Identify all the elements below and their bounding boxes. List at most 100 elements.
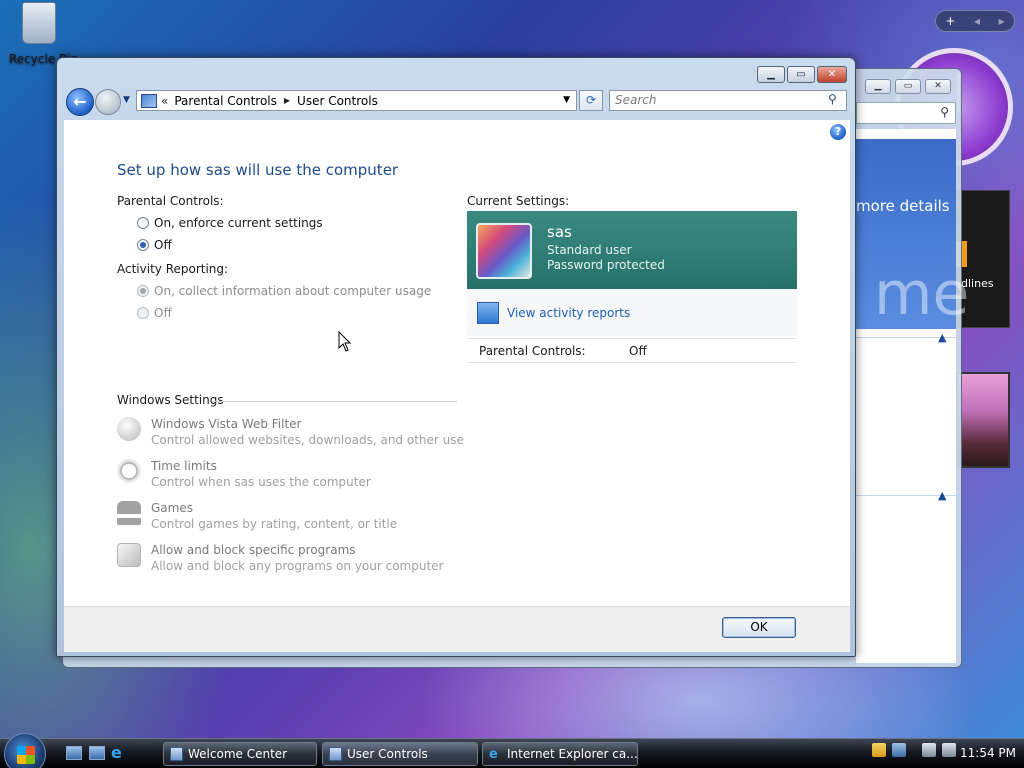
security-shield-icon[interactable]	[872, 743, 886, 757]
internet-explorer-icon[interactable]: e	[111, 743, 127, 762]
stopwatch-icon	[117, 459, 141, 483]
breadcrumb-user-controls[interactable]: User Controls	[297, 94, 378, 108]
breadcrumb-overflow[interactable]: «	[161, 94, 168, 108]
search-icon[interactable]: ⚲	[828, 92, 837, 106]
background-search-input[interactable]: ⚲	[856, 102, 956, 124]
windows-settings-heading: Windows Settings	[117, 393, 224, 407]
sidebar-controls[interactable]: + ◂ ▸	[935, 10, 1015, 32]
search-icon: ⚲	[940, 105, 949, 119]
recent-pages-dropdown[interactable]: ▼	[123, 95, 130, 105]
radio-button	[137, 307, 149, 319]
divider	[212, 401, 457, 402]
activity-reporting-on-radio: On, collect information about computer u…	[137, 284, 431, 298]
parental-controls-off-radio[interactable]: Off	[137, 238, 172, 252]
current-settings-label: Current Settings:	[467, 194, 570, 208]
radio-label: Off	[154, 238, 172, 252]
breadcrumb-separator-icon[interactable]: ▶	[284, 96, 290, 105]
web-filter-item: Windows Vista Web Filter Control allowed…	[117, 417, 464, 447]
chevron-left-icon[interactable]: ◂	[974, 14, 980, 28]
maximize-button[interactable]: ▭	[787, 66, 815, 83]
close-button[interactable]: ✕	[925, 79, 951, 94]
item-title: Time limits	[151, 459, 217, 473]
mouse-cursor-icon	[338, 331, 352, 352]
banner-text: more details	[856, 197, 950, 215]
control-panel-icon	[141, 93, 157, 108]
forward-button[interactable]	[95, 89, 121, 115]
page-title: Set up how sas will use the computer	[117, 161, 399, 179]
desktop-icon-recycle-bin[interactable]: Recycle Bin	[4, 2, 78, 66]
refresh-button[interactable]: ⟳	[579, 90, 603, 111]
add-gadget-icon[interactable]: +	[945, 14, 955, 28]
switch-windows-icon[interactable]	[89, 746, 105, 760]
taskbar-item-user-controls[interactable]: User Controls	[322, 742, 478, 766]
taskbar-clock[interactable]: 11:54 PM	[960, 746, 1016, 760]
main-content: ? Set up how sas will use the computer P…	[64, 120, 850, 606]
background-window-controls: ▁ ▭ ✕	[865, 79, 951, 94]
radio-label: Off	[154, 306, 172, 320]
radio-label: On, collect information about computer u…	[154, 284, 432, 298]
task-label: Internet Explorer ca...	[507, 747, 638, 761]
item-title: Windows Vista Web Filter	[151, 417, 302, 431]
address-bar[interactable]: « Parental Controls ▶ User Controls ▼	[136, 90, 577, 111]
ok-button[interactable]: OK	[722, 617, 796, 638]
parental-controls-status-row: Parental Controls: Off	[467, 338, 797, 363]
search-input[interactable]: Search	[609, 90, 847, 111]
radio-button[interactable]	[137, 217, 149, 229]
internet-explorer-icon: e	[489, 747, 498, 762]
start-button[interactable]	[4, 733, 46, 768]
network-icon[interactable]	[922, 743, 936, 757]
slideshow-gadget[interactable]	[956, 372, 1010, 468]
close-button[interactable]: ✕	[817, 66, 847, 83]
background-window-content: more details me ▲ ▲	[856, 129, 969, 663]
taskbar-item-internet-explorer[interactable]: e Internet Explorer ca...	[482, 742, 638, 766]
welcome-banner: more details me	[856, 139, 969, 329]
taskbar-item-welcome-center[interactable]: Welcome Center	[163, 742, 317, 766]
minimize-button[interactable]: ▁	[757, 66, 785, 83]
item-description: Control allowed websites, downloads, and…	[151, 433, 464, 447]
status-value: Off	[629, 344, 647, 358]
program-icon	[117, 543, 141, 567]
user-controls-window[interactable]: ▁ ▭ ✕ ← ▼ « Parental Controls ▶ User Con…	[56, 57, 856, 657]
windows-logo-icon	[17, 746, 35, 764]
games-item: Games Control games by rating, content, …	[117, 501, 397, 531]
collapse-icon[interactable]: ▲	[938, 489, 946, 502]
window-controls: ▁ ▭ ✕	[757, 66, 847, 83]
address-dropdown-icon[interactable]: ▼	[563, 95, 570, 105]
parental-controls-on-radio[interactable]: On, enforce current settings	[137, 216, 323, 230]
report-icon	[477, 302, 499, 324]
password-status: Password protected	[547, 258, 665, 272]
user-card: sas Standard user Password protected	[467, 211, 797, 289]
trophy-icon	[117, 501, 141, 525]
back-button[interactable]: ←	[66, 88, 94, 116]
item-description: Control games by rating, content, or tit…	[151, 517, 398, 531]
banner-big-text: me	[874, 259, 970, 329]
taskbar: e Welcome Center User Controls e Interne…	[0, 733, 1024, 768]
view-activity-reports-link[interactable]: View activity reports	[507, 306, 630, 320]
help-icon[interactable]: ?	[830, 124, 846, 140]
user-type: Standard user	[547, 243, 632, 257]
activity-reporting-label: Activity Reporting:	[117, 262, 229, 276]
radio-button	[137, 285, 149, 297]
chevron-right-icon[interactable]: ▸	[999, 14, 1005, 28]
time-limits-item: Time limits Control when sas uses the co…	[117, 459, 371, 489]
avatar	[476, 223, 532, 279]
minimize-button[interactable]: ▁	[865, 79, 891, 94]
item-description: Allow and block any programs on your com…	[151, 559, 444, 573]
item-title: Games	[151, 501, 193, 515]
parental-controls-label: Parental Controls:	[117, 194, 224, 208]
window-footer: OK	[64, 606, 850, 652]
show-desktop-icon[interactable]	[66, 746, 82, 760]
radio-button[interactable]	[137, 239, 149, 251]
item-description: Control when sas uses the computer	[151, 475, 371, 489]
system-tray	[872, 743, 956, 757]
breadcrumb-parental-controls[interactable]: Parental Controls	[174, 94, 277, 108]
globe-icon	[117, 417, 141, 441]
window-icon	[170, 747, 183, 761]
windows-update-icon[interactable]	[892, 743, 906, 757]
maximize-button[interactable]: ▭	[895, 79, 921, 94]
collapse-icon[interactable]: ▲	[938, 331, 946, 344]
window-icon	[329, 747, 342, 761]
volume-icon[interactable]	[942, 743, 956, 757]
activity-reporting-off-radio: Off	[137, 306, 172, 320]
user-name: sas	[547, 223, 572, 241]
